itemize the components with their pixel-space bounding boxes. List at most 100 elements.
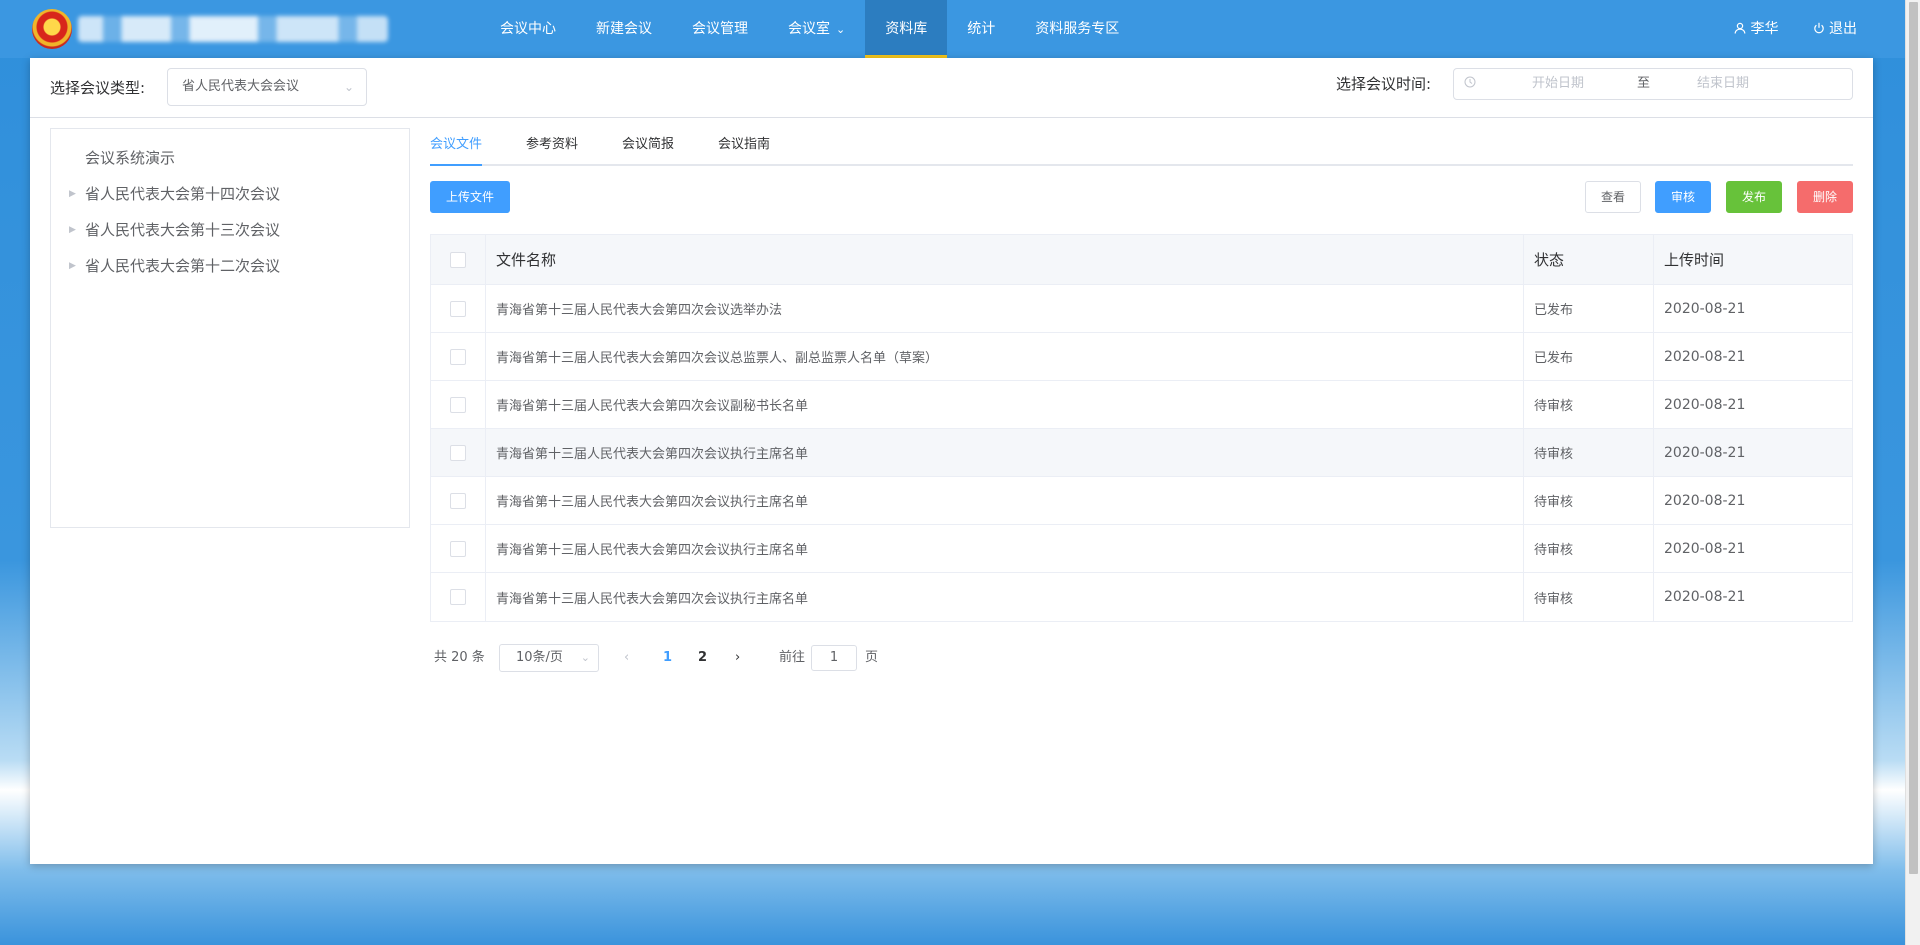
table-row[interactable]: 青海省第十三届人民代表大会第四次会议执行主席名单 待审核 2020-08-21 bbox=[431, 525, 1852, 573]
next-page-icon[interactable]: › bbox=[735, 642, 740, 674]
nav-item-meeting-room[interactable]: 会议室 ⌄ bbox=[768, 0, 865, 58]
file-status: 已发布 bbox=[1524, 333, 1654, 380]
logout-label: 退出 bbox=[1829, 21, 1857, 37]
goto-page-input[interactable]: 1 bbox=[811, 645, 857, 671]
tree-node[interactable]: ▶ 省人民代表大会第十三次会议 bbox=[51, 212, 409, 248]
table-row[interactable]: 青海省第十三届人民代表大会第四次会议选举办法 已发布 2020-08-21 bbox=[431, 285, 1852, 333]
user-icon bbox=[1734, 22, 1746, 34]
tree-root[interactable]: 会议系统演示 bbox=[51, 140, 409, 176]
caret-right-icon[interactable]: ▶ bbox=[69, 248, 76, 284]
main-nav: 会议中心 新建会议 会议管理 会议室 ⌄ 资料库 统计 资料服务专区 bbox=[480, 0, 1139, 58]
page-size-select[interactable]: 10条/页 ⌄ bbox=[499, 644, 599, 672]
column-header-status: 状态 bbox=[1524, 235, 1654, 284]
row-checkbox[interactable] bbox=[450, 444, 466, 461]
file-name: 青海省第十三届人民代表大会第四次会议总监票人、副总监票人名单（草案） bbox=[486, 333, 1524, 380]
upload-date: 2020-08-21 bbox=[1664, 444, 1746, 461]
tab-meeting-briefs[interactable]: 会议简报 bbox=[622, 128, 674, 166]
file-status: 待审核 bbox=[1524, 429, 1654, 476]
file-status: 已发布 bbox=[1524, 285, 1654, 332]
user-area: 李华 退出 bbox=[1734, 0, 1857, 58]
top-navbar: 会议中心 新建会议 会议管理 会议室 ⌄ 资料库 统计 资料服务专区 李华 退出 bbox=[0, 0, 1905, 58]
column-header-name: 文件名称 bbox=[486, 235, 1524, 284]
row-checkbox[interactable] bbox=[450, 589, 466, 605]
date-range-picker[interactable]: 开始日期 至 结束日期 bbox=[1453, 68, 1853, 100]
window-scrollbar[interactable] bbox=[1905, 0, 1920, 945]
file-name: 青海省第十三届人民代表大会第四次会议副秘书长名单 bbox=[486, 381, 1524, 428]
upload-date: 2020-08-21 bbox=[1664, 300, 1746, 317]
tree-node[interactable]: ▶ 省人民代表大会第十二次会议 bbox=[51, 248, 409, 284]
chevron-down-icon: ⌄ bbox=[836, 23, 846, 36]
meeting-type-value: 省人民代表大会会议 bbox=[182, 79, 300, 94]
tree-node-label: 省人民代表大会第十四次会议 bbox=[85, 185, 281, 203]
file-name: 青海省第十三届人民代表大会第四次会议执行主席名单 bbox=[486, 525, 1524, 572]
table-row[interactable]: 青海省第十三届人民代表大会第四次会议执行主席名单 待审核 2020-08-21 bbox=[431, 477, 1852, 525]
table-row[interactable]: 青海省第十三届人民代表大会第四次会议总监票人、副总监票人名单（草案） 已发布 2… bbox=[431, 333, 1852, 381]
nav-item-data-service[interactable]: 资料服务专区 bbox=[1015, 0, 1139, 58]
tree-root-label: 会议系统演示 bbox=[85, 149, 176, 167]
delete-button[interactable]: 删除 bbox=[1797, 181, 1853, 213]
nav-item-new-meeting[interactable]: 新建会议 bbox=[576, 0, 672, 58]
upload-file-button[interactable]: 上传文件 bbox=[430, 181, 510, 213]
file-name: 青海省第十三届人民代表大会第四次会议选举办法 bbox=[486, 285, 1524, 332]
tree-node[interactable]: ▶ 省人民代表大会第十四次会议 bbox=[51, 176, 409, 212]
end-date-input[interactable]: 结束日期 bbox=[1697, 69, 1749, 99]
site-title-blurred bbox=[78, 16, 388, 42]
upload-date: 2020-08-21 bbox=[1664, 492, 1746, 509]
nav-item-meeting-management[interactable]: 会议管理 bbox=[672, 0, 768, 58]
meeting-tree: 会议系统演示 ▶ 省人民代表大会第十四次会议 ▶ 省人民代表大会第十三次会议 ▶… bbox=[50, 128, 410, 528]
logout-button[interactable]: 退出 bbox=[1813, 0, 1857, 58]
national-emblem-logo bbox=[32, 9, 72, 49]
goto-suffix: 页 bbox=[865, 650, 879, 665]
view-button[interactable]: 查看 bbox=[1585, 181, 1641, 213]
file-status: 待审核 bbox=[1524, 573, 1654, 621]
tab-meeting-documents[interactable]: 会议文件 bbox=[430, 128, 483, 166]
tab-meeting-guide[interactable]: 会议指南 bbox=[718, 128, 770, 166]
publish-button[interactable]: 发布 bbox=[1726, 181, 1782, 213]
power-icon bbox=[1813, 22, 1824, 34]
page-size-value: 10条/页 bbox=[516, 650, 563, 665]
tree-node-label: 省人民代表大会第十三次会议 bbox=[85, 221, 281, 239]
select-all-checkbox[interactable] bbox=[450, 251, 466, 268]
file-name: 青海省第十三届人民代表大会第四次会议执行主席名单 bbox=[486, 573, 1524, 621]
caret-right-icon[interactable]: ▶ bbox=[69, 212, 76, 248]
meeting-time-label: 选择会议时间: bbox=[1336, 75, 1432, 93]
chevron-down-icon: ⌄ bbox=[580, 651, 590, 664]
clock-icon bbox=[1464, 69, 1476, 99]
table-header: 文件名称 状态 上传时间 bbox=[431, 235, 1852, 285]
table-row[interactable]: 青海省第十三届人民代表大会第四次会议执行主席名单 待审核 2020-08-21 bbox=[431, 573, 1852, 621]
file-name: 青海省第十三届人民代表大会第四次会议执行主席名单 bbox=[486, 477, 1524, 524]
row-checkbox[interactable] bbox=[450, 396, 466, 413]
user-menu[interactable]: 李华 bbox=[1734, 0, 1779, 58]
chevron-down-icon: ⌄ bbox=[343, 80, 354, 94]
row-checkbox[interactable] bbox=[450, 348, 466, 365]
upload-date: 2020-08-21 bbox=[1664, 348, 1746, 365]
nav-item-statistics[interactable]: 统计 bbox=[947, 0, 1015, 58]
filter-bar: 选择会议类型: 省人民代表大会会议 ⌄ 选择会议时间: 开始日期 至 结束日期 bbox=[30, 58, 1873, 118]
documents-table: 文件名称 状态 上传时间 青海省第十三届人民代表大会第四次会议选举办法 已发布 … bbox=[430, 234, 1853, 622]
caret-right-icon[interactable]: ▶ bbox=[69, 176, 76, 212]
table-row[interactable]: 青海省第十三届人民代表大会第四次会议执行主席名单 待审核 2020-08-21 bbox=[431, 429, 1852, 477]
prev-page-icon[interactable]: ‹ bbox=[624, 642, 629, 674]
meeting-type-label: 选择会议类型: bbox=[50, 79, 146, 97]
range-separator: 至 bbox=[1637, 76, 1651, 91]
nav-item-library[interactable]: 资料库 bbox=[865, 0, 948, 58]
page-number[interactable]: 1 bbox=[663, 642, 672, 674]
row-checkbox[interactable] bbox=[450, 492, 466, 509]
total-count: 共 20 条 bbox=[434, 650, 485, 665]
start-date-input[interactable]: 开始日期 bbox=[1532, 69, 1584, 99]
scrollbar-thumb[interactable] bbox=[1909, 2, 1918, 874]
row-checkbox[interactable] bbox=[450, 300, 466, 317]
page-number[interactable]: 2 bbox=[698, 642, 707, 674]
table-row[interactable]: 青海省第十三届人民代表大会第四次会议副秘书长名单 待审核 2020-08-21 bbox=[431, 381, 1852, 429]
nav-item-meeting-center[interactable]: 会议中心 bbox=[480, 0, 576, 58]
tab-reference-materials[interactable]: 参考资料 bbox=[526, 128, 578, 166]
review-button[interactable]: 审核 bbox=[1655, 181, 1711, 213]
column-header-upload-time: 上传时间 bbox=[1664, 251, 1725, 269]
meeting-type-select[interactable]: 省人民代表大会会议 ⌄ bbox=[167, 68, 367, 106]
document-tabs: 会议文件 参考资料 会议简报 会议指南 bbox=[430, 128, 1853, 166]
file-status: 待审核 bbox=[1524, 477, 1654, 524]
row-checkbox[interactable] bbox=[450, 540, 466, 557]
file-status: 待审核 bbox=[1524, 381, 1654, 428]
goto-prefix: 前往 bbox=[779, 650, 806, 665]
pagination: 共 20 条 10条/页 ⌄ ‹ 1 2 › 前往 1 页 bbox=[430, 642, 1030, 674]
